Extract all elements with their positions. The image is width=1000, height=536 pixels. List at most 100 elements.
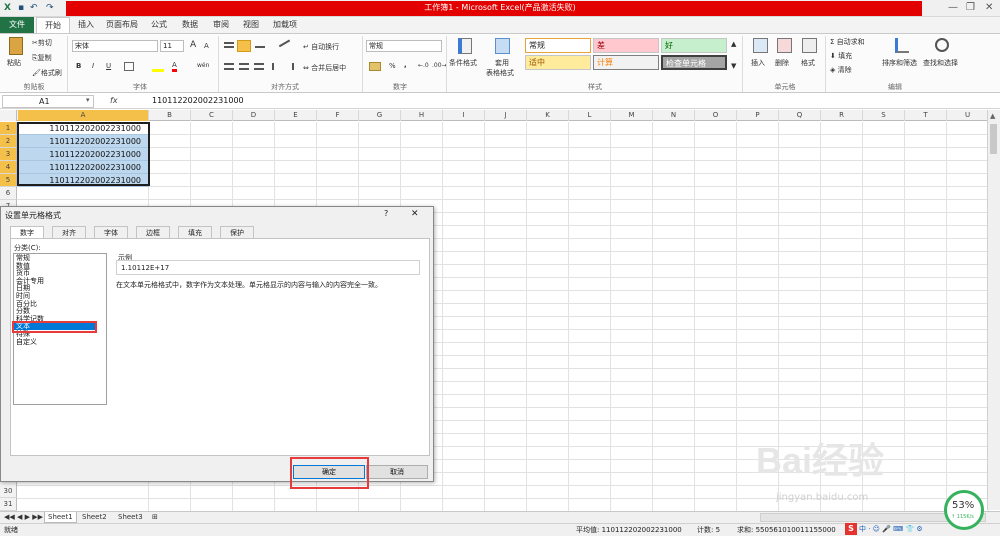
paste-button[interactable]: 粘贴 [7,58,21,68]
style-check-cell[interactable]: 检查单元格 [661,55,727,70]
delete-cells-icon[interactable] [777,38,792,53]
align-bottom-icon[interactable] [255,42,265,48]
name-box-dropdown-icon[interactable]: ▾ [86,96,90,104]
style-bad[interactable]: 差 [593,38,659,53]
decrease-decimal-icon[interactable]: .00→ [432,62,447,69]
tab-page-layout[interactable]: 页面布局 [102,17,142,33]
styles-more-icon[interactable]: ▼ [731,62,736,70]
copy-button[interactable]: ⎘复制 [32,53,52,63]
clear-button[interactable]: ◈ 清除 [830,65,852,75]
phonetic-button[interactable]: wén [197,62,209,69]
sheet-tab-3[interactable]: Sheet3 [118,512,143,523]
sort-filter-icon[interactable] [895,38,909,53]
shrink-font-button[interactable]: A [204,42,209,50]
close-icon[interactable]: ✕ [985,2,993,13]
cut-button[interactable]: ✂剪切 [32,38,52,48]
undo-icon[interactable]: ↶ [30,3,38,13]
tab-review[interactable]: 审阅 [207,17,235,33]
conditional-format-button[interactable]: 条件格式 [449,58,477,68]
comma-button[interactable]: , [404,61,407,69]
wrap-text-button[interactable]: ↵ 自动换行 [303,42,339,52]
column-header[interactable]: K [527,110,569,121]
grow-font-button[interactable]: A [190,40,196,50]
binoculars-icon[interactable] [935,38,949,52]
autosum-button[interactable]: Σ 自动求和 [830,37,865,47]
tab-file[interactable]: 文件 [0,17,34,33]
number-format-select[interactable]: 常规 [366,40,442,52]
table-format-icon[interactable] [495,38,510,54]
dialog-help-button[interactable]: ? [384,209,388,218]
column-header[interactable]: L [569,110,611,121]
column-header[interactable]: A [18,110,149,121]
italic-button[interactable]: I [92,62,94,70]
column-header[interactable]: M [611,110,653,121]
font-color-button[interactable]: A [172,61,177,72]
row-header[interactable]: 31 [0,498,17,511]
bold-button[interactable]: B [76,62,81,70]
column-header[interactable]: T [905,110,947,121]
column-header[interactable]: E [275,110,317,121]
find-select-button[interactable]: 查找和选择 [923,58,958,68]
ime-toolbar-icon[interactable]: 中 · ☺ 🎤 ⌨ 👕 ⚙ [859,524,923,534]
category-item[interactable]: 时间 [16,293,30,300]
sheet-tab-2[interactable]: Sheet2 [82,512,107,523]
delete-cells-button[interactable]: 删除 [775,58,789,68]
tab-addins[interactable]: 加载项 [268,17,302,33]
restore-icon[interactable]: ❐ [966,2,975,13]
style-normal[interactable]: 常规 [525,38,591,53]
format-painter-button[interactable]: 🖌格式刷 [32,68,62,78]
paste-icon[interactable] [9,37,23,55]
dialog-close-button[interactable]: ✕ [411,209,419,219]
select-all-corner[interactable] [0,110,17,121]
minimize-icon[interactable]: — [948,2,958,13]
decrease-indent-icon[interactable] [272,63,280,70]
style-good[interactable]: 好 [661,38,727,53]
tab-insert[interactable]: 插入 [72,17,100,33]
tab-home[interactable]: 开始 [36,17,70,33]
column-header[interactable]: U [947,110,989,121]
table-format-button[interactable]: 套用 [495,58,509,68]
insert-cells-icon[interactable] [753,38,768,53]
tab-data[interactable]: 数据 [176,17,204,33]
border-icon[interactable] [124,62,134,71]
cancel-button[interactable]: 取消 [366,465,428,479]
category-item[interactable]: 自定义 [16,338,37,346]
scroll-thumb[interactable] [990,124,997,154]
column-header[interactable]: R [821,110,863,121]
align-center-icon[interactable] [239,63,249,70]
vertical-scrollbar[interactable] [987,110,1000,510]
column-header[interactable]: S [863,110,905,121]
name-box[interactable]: A1 [2,95,94,108]
function-icon[interactable]: fx [110,96,118,105]
align-middle-icon[interactable] [237,40,251,52]
tab-view[interactable]: 视图 [237,17,265,33]
sheet-tab-1[interactable]: Sheet1 [44,512,77,523]
row-header[interactable]: 4 [0,161,17,174]
redo-icon[interactable]: ↷ [46,3,54,13]
currency-icon[interactable] [369,62,381,71]
column-header[interactable]: N [653,110,695,121]
scroll-up-icon[interactable]: ▲ [990,112,995,120]
column-header[interactable]: H [401,110,443,121]
fill-color-icon[interactable] [152,62,164,72]
column-header[interactable]: P [737,110,779,121]
column-header[interactable]: D [233,110,275,121]
align-right-icon[interactable] [254,63,264,70]
column-header[interactable]: I [443,110,485,121]
row-header[interactable]: 5 [0,174,17,187]
sort-filter-button[interactable]: 排序和筛选 [882,58,917,68]
column-header[interactable]: F [317,110,359,121]
fill-button[interactable]: ⬇ 填充 [830,51,852,61]
column-header[interactable]: C [191,110,233,121]
category-item[interactable]: 常规 [16,255,30,262]
increase-indent-icon[interactable] [286,63,294,70]
save-icon[interactable]: ▪ [18,3,24,13]
column-header[interactable]: Q [779,110,821,121]
row-header[interactable]: 3 [0,148,17,161]
column-header[interactable]: B [149,110,191,121]
styles-scroll-up-icon[interactable]: ▲ [731,40,736,48]
new-sheet-icon[interactable]: ⊞ [152,512,158,523]
style-neutral[interactable]: 适中 [525,55,591,70]
row-header[interactable]: 1 [0,122,17,135]
style-calc[interactable]: 计算 [593,55,659,70]
